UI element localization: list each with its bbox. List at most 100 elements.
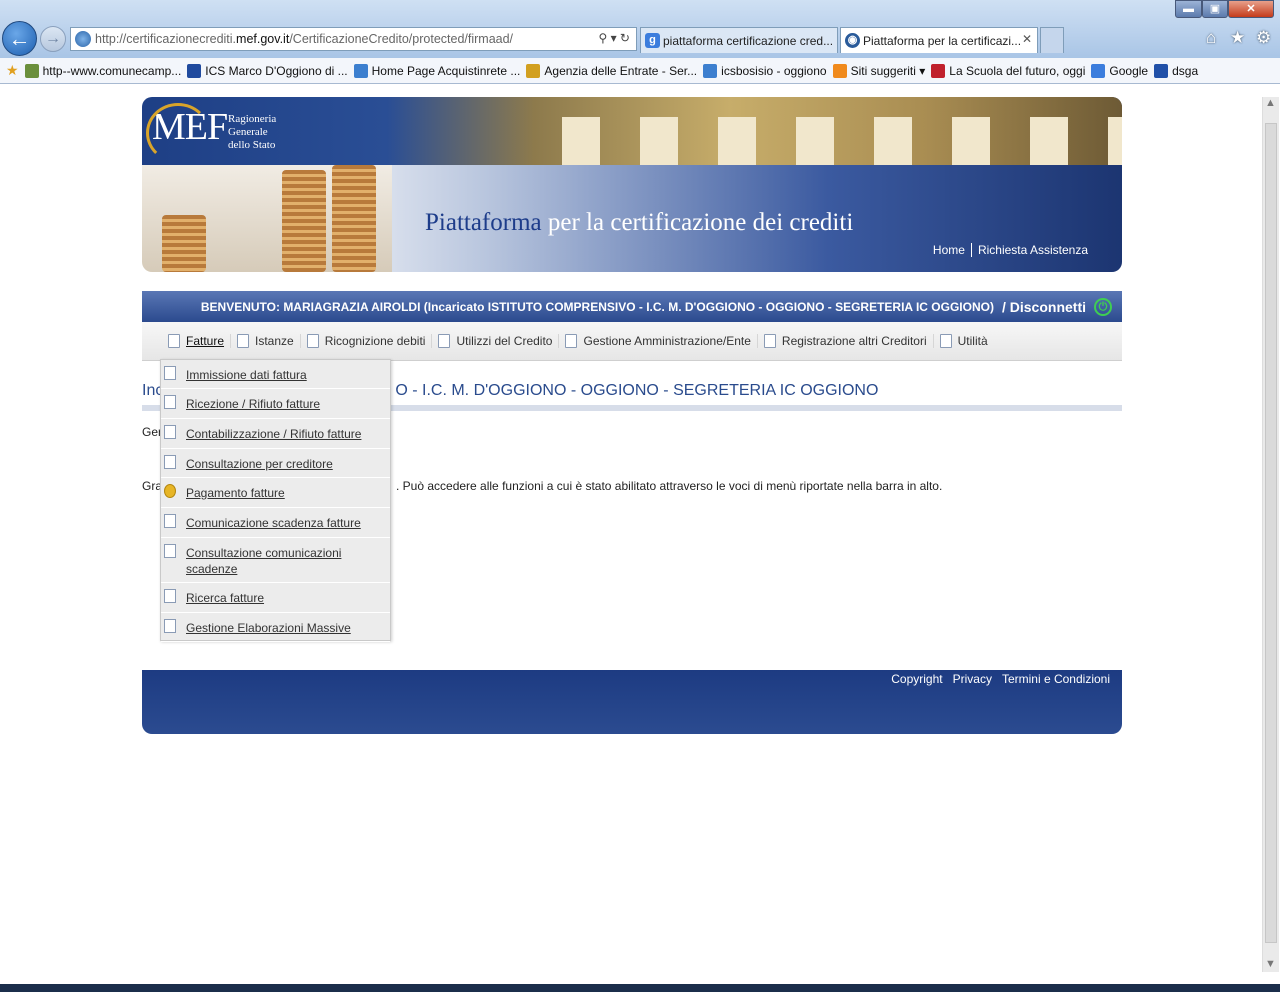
- dsga-icon: [1154, 63, 1169, 78]
- dropdown-item[interactable]: Ricerca fatture: [161, 583, 390, 613]
- dropdown-item-icon: [164, 514, 176, 528]
- favorite-label: Agenzia delle Entrate - Ser...: [544, 63, 698, 78]
- maximize-button[interactable]: ▣: [1202, 0, 1228, 18]
- favorite-item[interactable]: Home Page Acquistinrete ...: [353, 63, 521, 78]
- add-favorite-icon[interactable]: ★: [6, 62, 19, 79]
- home-link[interactable]: Home: [927, 243, 971, 257]
- dropdown-item[interactable]: Comunicazione scadenza fatture: [161, 508, 390, 538]
- dropdown-item-label: Consultazione per creditore: [186, 457, 333, 471]
- menu-icon: [939, 334, 952, 348]
- new-tab-button[interactable]: [1040, 27, 1064, 53]
- google-icon: g: [645, 33, 660, 48]
- scroll-up-icon[interactable]: ▲: [1265, 97, 1276, 109]
- scroll-down-icon[interactable]: ▼: [1265, 958, 1276, 970]
- menu-icon: [763, 334, 776, 348]
- favorite-label: dsga: [1172, 63, 1199, 78]
- dropdown-item[interactable]: Consultazione comunicazioni scadenze: [161, 538, 390, 583]
- menu-item-label: Registrazione altri Creditori: [781, 334, 927, 348]
- forward-button[interactable]: →: [40, 26, 66, 52]
- dropdown-item-icon: [164, 544, 176, 558]
- menu-item[interactable]: Fatture: [168, 334, 232, 348]
- menu-item[interactable]: Utilizzi del Credito: [438, 334, 560, 348]
- welcome-bar: BENVENUTO: MARIAGRAZIA AIROLDI (Incarica…: [142, 291, 1122, 322]
- greeting-text: Ger: [142, 425, 163, 439]
- vertical-scrollbar[interactable]: ▲ ▼: [1262, 97, 1279, 972]
- ie-icon: [353, 63, 368, 78]
- tab-search[interactable]: g piattaforma certificazione cred...: [640, 27, 838, 53]
- dropdown-item[interactable]: Gestione Elaborazioni Massive: [161, 613, 390, 642]
- address-tools[interactable]: ⚲ ▾ ↻: [598, 31, 630, 45]
- footer-links: Copyright Privacy Termini e Condizioni: [881, 672, 1110, 686]
- copyright-link[interactable]: Copyright: [891, 672, 942, 686]
- favorite-label: ICS Marco D'Oggiono di ...: [205, 63, 348, 78]
- menu-item[interactable]: Gestione Amministrazione/Ente: [565, 334, 758, 348]
- minimize-button[interactable]: ▬: [1175, 0, 1202, 18]
- ie-icon: [703, 63, 718, 78]
- power-icon[interactable]: ⏻: [1094, 297, 1112, 316]
- favorite-item[interactable]: ICS Marco D'Oggiono di ...: [187, 63, 348, 78]
- favorite-item[interactable]: http--www.comunecamp...: [24, 63, 181, 78]
- site-icon: ◉: [845, 33, 860, 48]
- assistance-link[interactable]: Richiesta Assistenza: [972, 243, 1094, 257]
- arrow-right-icon: →: [45, 30, 61, 47]
- welcome-text: BENVENUTO: MARIAGRAZIA AIROLDI (Incarica…: [200, 299, 994, 314]
- dropdown-item-label: Immissione dati fattura: [186, 368, 307, 382]
- favorite-item[interactable]: dsga: [1154, 63, 1199, 78]
- favorite-item[interactable]: La Scuola del futuro, oggi: [931, 63, 1086, 78]
- address-bar[interactable]: http://certificazionecrediti. mef.gov.it /…: [70, 27, 637, 51]
- tab-active[interactable]: ◉ Piattaforma per la certificazi... ✕: [840, 27, 1038, 53]
- suggested-icon: [832, 63, 847, 78]
- banner-links: Home Richiesta Assistenza: [927, 243, 1094, 257]
- menu-item-label: Utilizzi del Credito: [456, 334, 553, 348]
- close-tab-icon[interactable]: ✕: [1022, 32, 1032, 46]
- menu-item[interactable]: Registrazione altri Creditori: [763, 334, 934, 348]
- p-icon: [187, 63, 202, 78]
- favorite-label: Siti suggeriti ▾: [850, 63, 926, 78]
- page-footer: Copyright Privacy Termini e Condizioni: [142, 670, 1122, 734]
- dropdown-item-label: Ricezione / Rifiuto fatture: [186, 397, 321, 411]
- menu-icon: [168, 334, 180, 348]
- close-window-button[interactable]: ✕: [1228, 0, 1274, 18]
- dropdown-item-label: Ricerca fatture: [186, 591, 265, 605]
- scroll-thumb[interactable]: [1265, 123, 1277, 943]
- dropdown-item-icon: [164, 425, 176, 439]
- menu-item-label: Gestione Amministrazione/Ente: [583, 334, 751, 348]
- menu-item[interactable]: Utilità: [939, 334, 994, 348]
- tab-label: Piattaforma per la certificazi...: [863, 33, 1022, 48]
- agency-icon: [526, 63, 541, 78]
- url-prefix: http://certificazionecrediti.: [95, 32, 237, 46]
- mef-logo: MEF: [146, 103, 228, 163]
- menu-item-label: Fatture: [186, 334, 225, 348]
- menu-item[interactable]: Ricognizione debiti: [306, 334, 433, 348]
- globe-icon: [75, 31, 91, 47]
- menu-item-label: Istanze: [255, 334, 294, 348]
- menu-item[interactable]: Istanze: [237, 334, 301, 348]
- info-text-start: Gra: [142, 479, 163, 493]
- dropdown-item-label: Pagamento fatture: [186, 486, 285, 500]
- dropdown-item-label: Consultazione comunicazioni scadenze: [186, 546, 342, 576]
- favorite-label: La Scuola del futuro, oggi: [949, 63, 1086, 78]
- taskbar: [0, 984, 1280, 992]
- favorite-label: Home Page Acquistinrete ...: [371, 63, 521, 78]
- favorites-star-icon[interactable]: ★: [1230, 28, 1245, 48]
- disconnect-link[interactable]: / Disconnetti: [1002, 299, 1086, 315]
- dropdown-item[interactable]: Immissione dati fattura: [161, 360, 390, 389]
- town-icon: [24, 63, 39, 78]
- favorite-item[interactable]: icsbosisio - oggiono: [703, 63, 827, 78]
- gear-icon[interactable]: ⚙: [1256, 28, 1271, 48]
- home-icon[interactable]: ⌂: [1206, 28, 1216, 48]
- dropdown-item[interactable]: Ricezione / Rifiuto fatture: [161, 389, 390, 419]
- favorite-item[interactable]: Google: [1091, 63, 1148, 78]
- privacy-link[interactable]: Privacy: [953, 672, 992, 686]
- dropdown-item-icon: [164, 484, 176, 498]
- favorite-item[interactable]: Agenzia delle Entrate - Ser...: [526, 63, 698, 78]
- dropdown-item[interactable]: Consultazione per creditore: [161, 449, 390, 478]
- back-button[interactable]: ←: [2, 21, 37, 56]
- url-domain: mef.gov.it: [236, 32, 290, 46]
- favorite-item[interactable]: Siti suggeriti ▾: [832, 63, 926, 78]
- dropdown-item-label: Contabilizzazione / Rifiuto fatture: [186, 427, 362, 441]
- dropdown-item[interactable]: Contabilizzazione / Rifiuto fatture: [161, 419, 390, 449]
- dropdown-item[interactable]: Pagamento fatture: [161, 478, 390, 508]
- terms-link[interactable]: Termini e Condizioni: [1002, 672, 1110, 686]
- google-icon: [1091, 63, 1106, 78]
